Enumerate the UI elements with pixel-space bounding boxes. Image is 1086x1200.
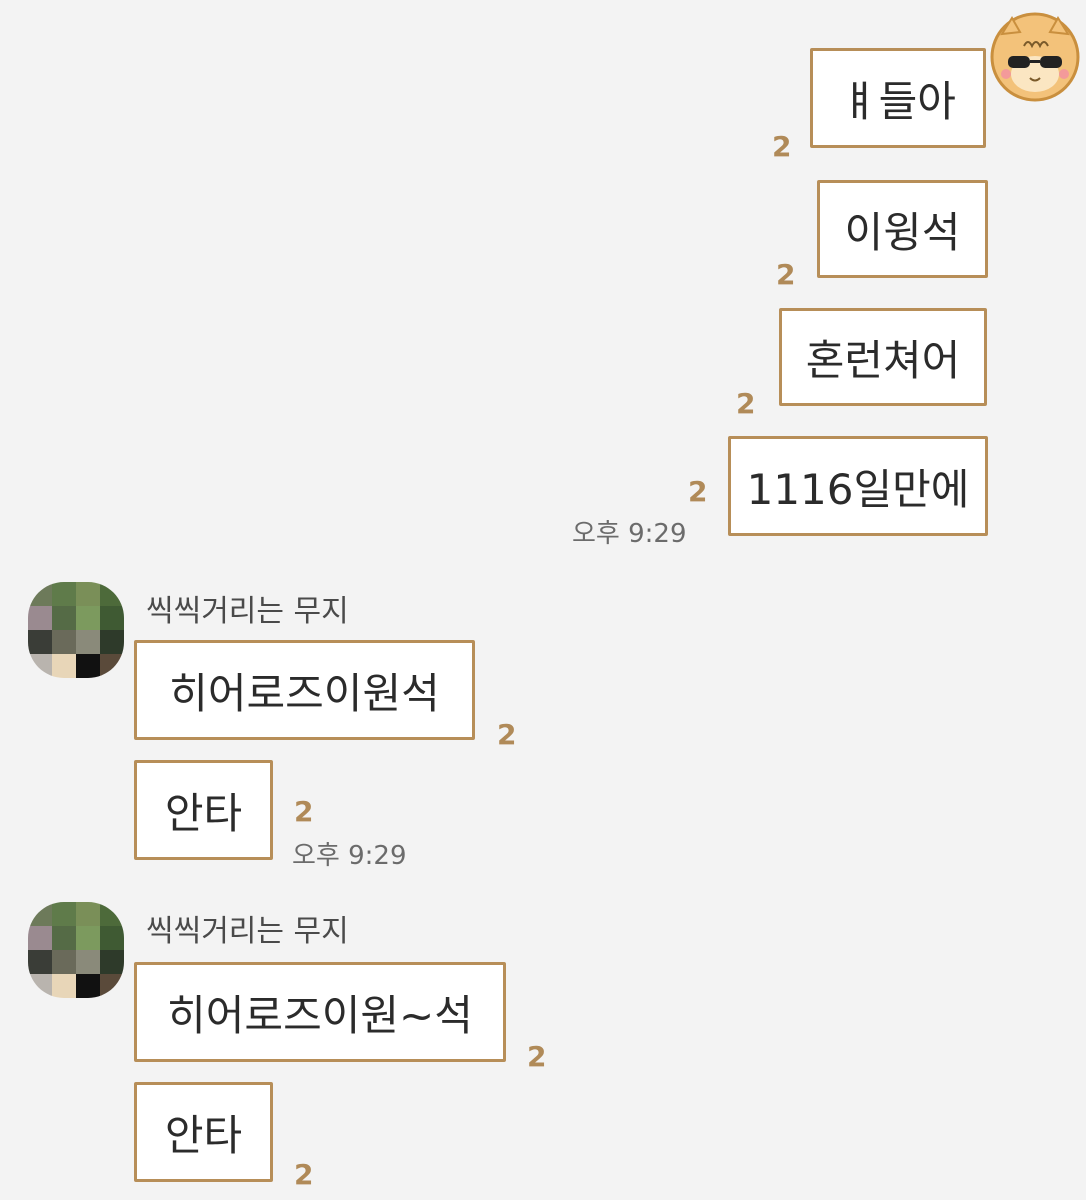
incoming-message[interactable]: 히어로즈이원~석 xyxy=(134,962,506,1062)
message-text: 히어로즈이원~석 xyxy=(167,990,473,1040)
outgoing-message[interactable]: 이윙석 xyxy=(817,180,988,278)
message-text: 혼런쳐어 xyxy=(805,335,961,385)
hamster-sunglasses-icon xyxy=(990,12,1080,102)
pixelated-avatar-icon xyxy=(28,582,124,678)
message-timestamp: 오후 9:29 xyxy=(292,841,407,871)
message-text: 안타 xyxy=(164,788,243,838)
message-text: 1116일만에 xyxy=(746,464,970,514)
incoming-message[interactable]: 안타 xyxy=(134,760,273,860)
message-text: 안타 xyxy=(164,1110,243,1160)
sender-name: 씩씩거리는 무지 xyxy=(146,914,349,949)
unread-count: 2 xyxy=(497,718,517,751)
sender-avatar[interactable] xyxy=(28,902,124,998)
unread-count: 2 xyxy=(736,387,756,420)
unread-count: 2 xyxy=(776,258,796,291)
incoming-message[interactable]: 안타 xyxy=(134,1082,273,1182)
message-text: 히어로즈이원석 xyxy=(169,668,440,718)
outgoing-message[interactable]: ㅒ들아 xyxy=(810,48,986,148)
outgoing-message[interactable]: 혼런쳐어 xyxy=(779,308,987,406)
sender-name: 씩씩거리는 무지 xyxy=(146,594,349,629)
pixelated-avatar-icon xyxy=(28,902,124,998)
message-timestamp: 오후 9:29 xyxy=(572,519,687,549)
unread-count: 2 xyxy=(688,475,708,508)
message-text: ㅒ들아 xyxy=(840,76,956,126)
unread-count: 2 xyxy=(294,795,314,828)
unread-count: 2 xyxy=(527,1040,547,1073)
unread-count: 2 xyxy=(294,1158,314,1191)
my-avatar[interactable] xyxy=(990,12,1080,102)
message-text: 이윙석 xyxy=(844,207,961,257)
outgoing-message[interactable]: 1116일만에 xyxy=(728,436,988,536)
unread-count: 2 xyxy=(772,130,792,163)
sender-avatar[interactable] xyxy=(28,582,124,678)
incoming-message[interactable]: 히어로즈이원석 xyxy=(134,640,475,740)
